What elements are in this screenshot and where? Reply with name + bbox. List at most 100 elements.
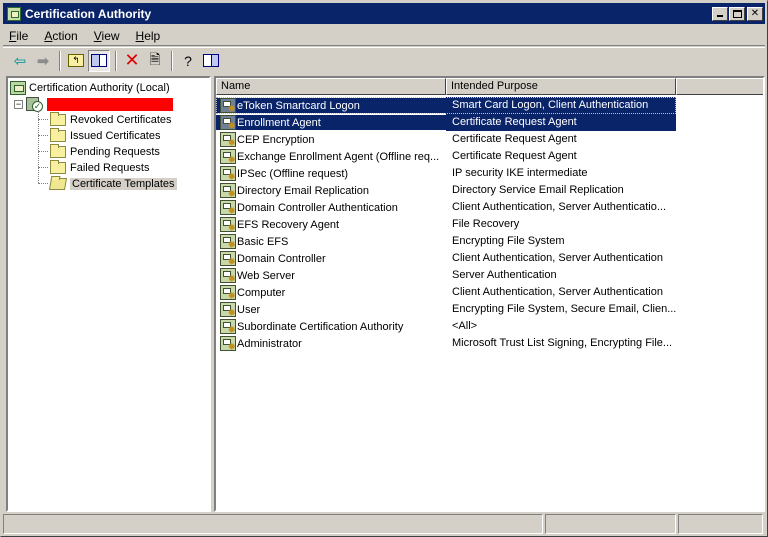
column-header-intended-purpose[interactable]: Intended Purpose (446, 78, 676, 95)
menu-view-accel: V (93, 29, 102, 43)
close-icon: ✕ (750, 7, 760, 19)
results-list[interactable]: Name Intended Purpose eToken Smartcard L… (214, 76, 765, 512)
certificate-template-icon (220, 217, 236, 232)
template-name: eToken Smartcard Logon (237, 99, 360, 112)
template-row[interactable]: Basic EFS Encrypting File System (216, 233, 676, 250)
template-name-cell: Administrator (216, 336, 446, 351)
template-name-cell: CEP Encryption (216, 132, 446, 147)
template-intended-purpose: Directory Service Email Replication (452, 184, 624, 196)
tree-item-failed-requests[interactable]: Failed Requests (50, 160, 150, 176)
template-row[interactable]: Enrollment Agent Certificate Request Agen… (216, 114, 676, 131)
maximize-icon (732, 9, 742, 18)
template-name: Domain Controller Authentication (237, 201, 398, 214)
help-button[interactable]: ? (177, 50, 199, 72)
tree-server-node[interactable]: − ✓ (14, 96, 173, 112)
folder-icon (50, 112, 66, 126)
certificate-template-icon (220, 166, 236, 181)
template-row[interactable]: Domain Controller Authentication Client A… (216, 199, 676, 216)
template-row[interactable]: IPSec (Offline request) IP security IKE i… (216, 165, 676, 182)
menu-help[interactable]: Help (136, 29, 161, 43)
tree-item-label: Issued Certificates (70, 130, 161, 142)
minimize-button[interactable] (712, 6, 728, 21)
menu-view[interactable]: View (94, 29, 120, 43)
template-row[interactable]: Administrator Microsoft Trust List Signin… (216, 335, 676, 352)
template-intended-purpose: <All> (452, 320, 478, 332)
template-name-cell: Web Server (216, 268, 446, 283)
arrow-left-icon: ⇦ (13, 52, 27, 70)
tree-item-pending-requests[interactable]: Pending Requests (50, 144, 160, 160)
template-row[interactable]: Computer Client Authentication, Server Au… (216, 284, 676, 301)
menu-file[interactable]: File (9, 29, 28, 43)
template-intended-purpose: Client Authentication, Server Authentica… (452, 252, 663, 264)
template-intended-purpose: Server Authentication (452, 269, 557, 281)
template-name: Enrollment Agent (237, 116, 321, 129)
menu-action-label: ction (52, 29, 78, 43)
template-name: EFS Recovery Agent (237, 218, 340, 231)
template-intended-purpose: Client Authentication, Server Authentica… (452, 286, 663, 298)
tree-connector (38, 135, 48, 136)
tree-item-issued-certificates[interactable]: Issued Certificates (50, 128, 160, 144)
template-intended-purpose: Certificate Request Agent (452, 133, 577, 145)
tree-item-label: Revoked Certificates (70, 114, 172, 126)
template-name: User (237, 303, 261, 316)
tree-root[interactable]: Certification Authority (Local) (10, 80, 170, 96)
certificate-template-icon (220, 336, 236, 351)
tree-item-certificate-templates[interactable]: Certificate Templates (48, 176, 177, 192)
menu-bar: File Action View Help (3, 27, 765, 46)
tree-item-label: Certificate Templates (70, 178, 177, 190)
list-rows: eToken Smartcard Logon Smart Card Logon, … (216, 97, 676, 352)
forward-button[interactable]: ➡ (32, 50, 54, 72)
certificate-template-icon (220, 285, 236, 300)
template-row[interactable]: eToken Smartcard Logon Smart Card Logon, … (216, 97, 676, 114)
collapse-icon[interactable]: − (14, 99, 23, 109)
template-row[interactable]: EFS Recovery Agent File Recovery (216, 216, 676, 233)
template-row[interactable]: Subordinate Certification Authority <All> (216, 318, 676, 335)
template-name: Web Server (237, 269, 295, 282)
status-bar (3, 514, 765, 534)
certificate-template-icon (220, 115, 236, 130)
template-intended-purpose: Encrypting File System (452, 235, 565, 247)
template-name: CEP Encryption (237, 133, 315, 146)
template-intended-purpose: Certificate Request Agent (446, 114, 676, 131)
console-tree[interactable]: Certification Authority (Local) − ✓ Revo… (6, 76, 211, 512)
certificate-template-icon (220, 268, 236, 283)
title-bar[interactable]: Certification Authority ✕ (3, 3, 765, 24)
template-row[interactable]: Web Server Server Authentication (216, 267, 676, 284)
column-header-name[interactable]: Name (216, 78, 446, 95)
tree-connector (38, 119, 48, 120)
certificate-template-icon (220, 200, 236, 215)
tree-connector (38, 167, 48, 168)
minimize-icon (717, 14, 723, 17)
tree-item-label: Failed Requests (70, 162, 150, 174)
tree-item-revoked-certificates[interactable]: Revoked Certificates (50, 112, 172, 128)
up-one-level-button[interactable]: ↰ (65, 50, 87, 72)
template-row[interactable]: CEP Encryption Certificate Request Agent (216, 131, 676, 148)
menu-action[interactable]: Action (44, 29, 77, 43)
toolbar-separator (171, 50, 173, 71)
maximize-button[interactable] (729, 6, 745, 21)
show-hide-console-tree-button[interactable] (88, 49, 110, 72)
certificate-template-icon (220, 98, 236, 113)
template-row[interactable]: Domain Controller Client Authentication, … (216, 250, 676, 267)
back-button[interactable]: ⇦ (9, 50, 31, 72)
action-pane-icon (203, 54, 219, 67)
template-intended-purpose: File Recovery (452, 218, 520, 230)
template-row[interactable]: User Encrypting File System, Secure Email… (216, 301, 676, 318)
mmc-window: Certification Authority ✕ File Action Vi… (0, 0, 768, 537)
delete-button[interactable]: ✕ (121, 50, 143, 72)
certification-authority-icon (7, 6, 21, 21)
status-segment-main (3, 514, 543, 534)
template-name: Basic EFS (237, 235, 289, 248)
help-icon: ? (184, 52, 192, 69)
template-name-cell: Subordinate Certification Authority (216, 319, 446, 334)
template-intended-purpose: Encrypting File System, Secure Email, Cl… (452, 303, 676, 315)
template-row[interactable]: Exchange Enrollment Agent (Offline req..… (216, 148, 676, 165)
template-intended-purpose: Smart Card Logon, Client Authentication (446, 97, 676, 114)
template-name: Directory Email Replication (237, 184, 370, 197)
template-row[interactable]: Directory Email Replication Directory Ser… (216, 182, 676, 199)
show-hide-action-pane-button[interactable] (200, 50, 222, 72)
template-name: Exchange Enrollment Agent (Offline req..… (237, 150, 440, 163)
close-button[interactable]: ✕ (747, 6, 763, 21)
export-list-icon: 🗎 (149, 50, 161, 67)
export-list-button[interactable]: 🗎 (144, 50, 166, 72)
